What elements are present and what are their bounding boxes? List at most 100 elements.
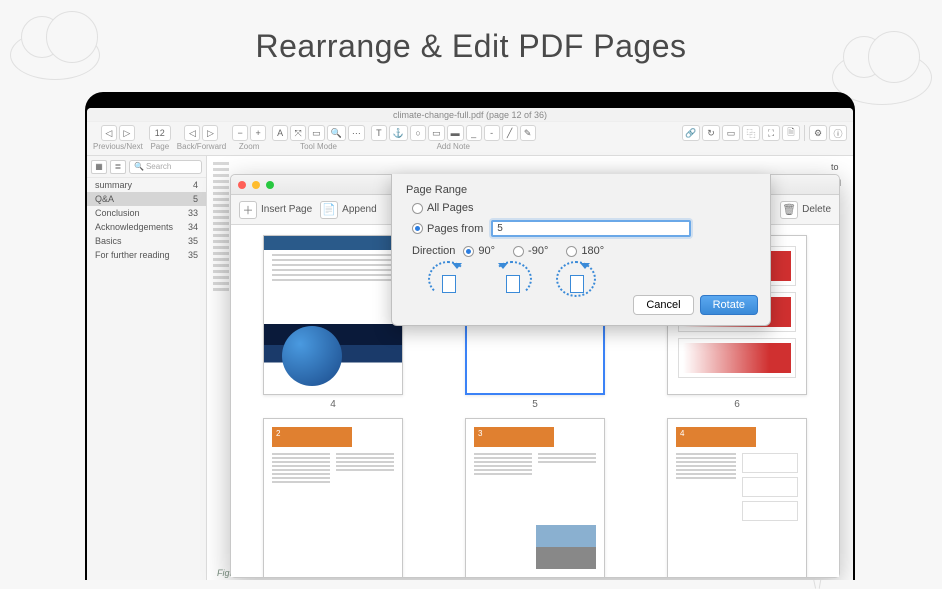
tool-mode-label: Tool Mode — [300, 142, 337, 151]
monitor-frame: climate-change-full.pdf (page 12 of 36) … — [85, 92, 855, 580]
sidebar-outline-list: summary4Q&A5Conclusion33Acknowledgements… — [87, 178, 206, 580]
note-circle-button[interactable]: ○ — [410, 125, 426, 141]
note-underline-button[interactable]: _ — [466, 125, 482, 141]
tool-text-button[interactable]: A — [272, 125, 288, 141]
outline-item-label: Acknowledgements — [95, 222, 173, 232]
note-strike-button[interactable]: - — [484, 125, 500, 141]
tool-move-button[interactable]: ⤧ — [290, 125, 306, 141]
radio-icon — [566, 246, 577, 257]
direction-neg90-radio[interactable]: -90° — [513, 245, 548, 257]
note-freehand-button[interactable]: ✎ — [520, 125, 536, 141]
page-range-heading: Page Range — [406, 184, 756, 196]
sidebar-view-thumb-button[interactable]: ▦ — [91, 160, 107, 174]
zoom-out-button[interactable]: − — [232, 125, 248, 141]
tool-more-button[interactable]: ⋯ — [348, 125, 365, 141]
page-thumbnail[interactable]: 49 — [647, 418, 827, 577]
outline-item-page: 35 — [188, 250, 198, 260]
rearrange-window: Window ＋ Insert Page 📄 Append 🗑 Delete 4… — [230, 174, 840, 578]
screen: climate-change-full.pdf (page 12 of 36) … — [87, 108, 853, 580]
cancel-button[interactable]: Cancel — [633, 295, 693, 315]
outline-item-page: 5 — [193, 194, 198, 204]
crop-icon[interactable]: ⿻ — [742, 125, 760, 141]
append-icon: 📄 — [320, 201, 338, 219]
sidebar-outline-item[interactable]: summary4 — [87, 178, 206, 192]
zoom-label: Zoom — [239, 142, 259, 151]
maximize-icon[interactable] — [266, 181, 274, 189]
note-rect-button[interactable]: ▭ — [428, 125, 445, 141]
outline-item-label: Q&A — [95, 194, 114, 204]
outline-item-page: 35 — [188, 236, 198, 246]
tool-magnify-button[interactable]: 🔍 — [327, 125, 346, 141]
direction-90-radio[interactable]: 90° — [463, 245, 495, 257]
page-preview: 4 — [667, 418, 807, 577]
page-icon[interactable]: ▭ — [722, 125, 740, 141]
prev-next-label: Previous/Next — [93, 142, 143, 151]
sidebar-outline-item[interactable]: For further reading35 — [87, 248, 206, 262]
note-anchor-button[interactable]: ⚓ — [389, 125, 408, 141]
deg-90-label: 90° — [478, 245, 495, 257]
tb-group-nav: ◁ ▷ Previous/Next — [93, 125, 143, 151]
all-pages-radio[interactable]: All Pages — [412, 202, 756, 214]
deg-180-label: 180° — [581, 245, 604, 257]
radio-icon — [412, 203, 423, 214]
note-highlight-button[interactable]: ▬ — [447, 125, 464, 141]
radio-icon — [463, 246, 474, 257]
append-button[interactable]: 📄 Append — [320, 201, 376, 219]
insert-page-button[interactable]: ＋ Insert Page — [239, 201, 312, 219]
pages-from-input[interactable]: 5 — [491, 220, 691, 237]
rotate-button[interactable]: Rotate — [700, 295, 758, 315]
minimize-icon[interactable] — [252, 181, 260, 189]
delete-button[interactable]: 🗑 Delete — [780, 201, 831, 219]
prev-page-button[interactable]: ◁ — [101, 125, 117, 141]
outline-item-page: 34 — [188, 222, 198, 232]
sidebar-view-outline-button[interactable]: ≣ — [110, 160, 126, 174]
sidebar-outline-item[interactable]: Acknowledgements 34 — [87, 220, 206, 234]
direction-row: Direction 90° -90° 180° — [412, 245, 756, 257]
note-text-button[interactable]: T — [371, 125, 387, 141]
document-icon[interactable]: 🗎 — [782, 125, 800, 141]
main-toolbar: ◁ ▷ Previous/Next 12 Page ◁ ▷ Back/Forwa… — [87, 122, 853, 156]
sidebar-outline-item[interactable]: Basics 35 — [87, 234, 206, 248]
rotate-180-icon — [556, 261, 596, 297]
fullscreen-icon[interactable]: ⛶ — [762, 125, 780, 141]
direction-icons — [428, 261, 756, 297]
refresh-icon[interactable]: ↻ — [702, 125, 720, 141]
gear-icon[interactable]: ⚙ — [809, 125, 827, 141]
page-number-input[interactable]: 12 — [149, 125, 171, 141]
sidebar-outline-item[interactable]: Conclusion33 — [87, 206, 206, 220]
page-number-label: 4 — [330, 399, 336, 410]
next-page-button[interactable]: ▷ — [119, 125, 135, 141]
page-thumbnail[interactable]: 27 — [243, 418, 423, 577]
tool-select-button[interactable]: ▭ — [308, 125, 325, 141]
tb-group-addnote: T ⚓ ○ ▭ ▬ _ - ╱ ✎ Add Note — [371, 125, 536, 151]
promo-title: Rearrange & Edit PDF Pages — [0, 0, 942, 77]
tb-group-zoom: − + Zoom — [232, 125, 266, 151]
page-thumbnail[interactable]: 38 — [445, 418, 625, 577]
outline-item-label: Basics — [95, 236, 122, 246]
radio-icon — [412, 223, 423, 234]
note-line-button[interactable]: ╱ — [502, 125, 518, 141]
zoom-in-button[interactable]: + — [250, 125, 266, 141]
outline-item-page: 4 — [193, 180, 198, 190]
radio-icon — [513, 246, 524, 257]
forward-button[interactable]: ▷ — [202, 125, 218, 141]
rotate-dialog: Page Range All Pages Pages from 5 Direct… — [391, 174, 771, 326]
direction-180-radio[interactable]: 180° — [566, 245, 604, 257]
sidebar: ▦ ≣ 🔍 Search summary4Q&A5Conclusion33Ack… — [87, 156, 207, 580]
decoration-cloud — [10, 30, 100, 80]
sidebar-outline-item[interactable]: Q&A 5 — [87, 192, 206, 206]
pages-from-radio[interactable]: Pages from 5 — [412, 220, 756, 237]
main-window-titlebar: climate-change-full.pdf (page 12 of 36) — [87, 108, 853, 122]
outline-item-page: 33 — [188, 208, 198, 218]
info-icon[interactable]: ⓘ — [829, 125, 847, 141]
document-title: climate-change-full.pdf (page 12 of 36) — [393, 110, 547, 120]
insert-page-label: Insert Page — [261, 204, 312, 215]
close-icon[interactable] — [238, 181, 246, 189]
tb-right-group: 🔗 ↻ ▭ ⿻ ⛶ 🗎 ⚙ ⓘ — [682, 125, 847, 141]
rotate-90-icon — [428, 261, 468, 297]
sidebar-search-input[interactable]: 🔍 Search — [129, 160, 202, 174]
link-icon[interactable]: 🔗 — [682, 125, 700, 141]
page-number-label: 5 — [532, 399, 538, 410]
trunc-text: to — [831, 162, 851, 172]
back-button[interactable]: ◁ — [184, 125, 200, 141]
